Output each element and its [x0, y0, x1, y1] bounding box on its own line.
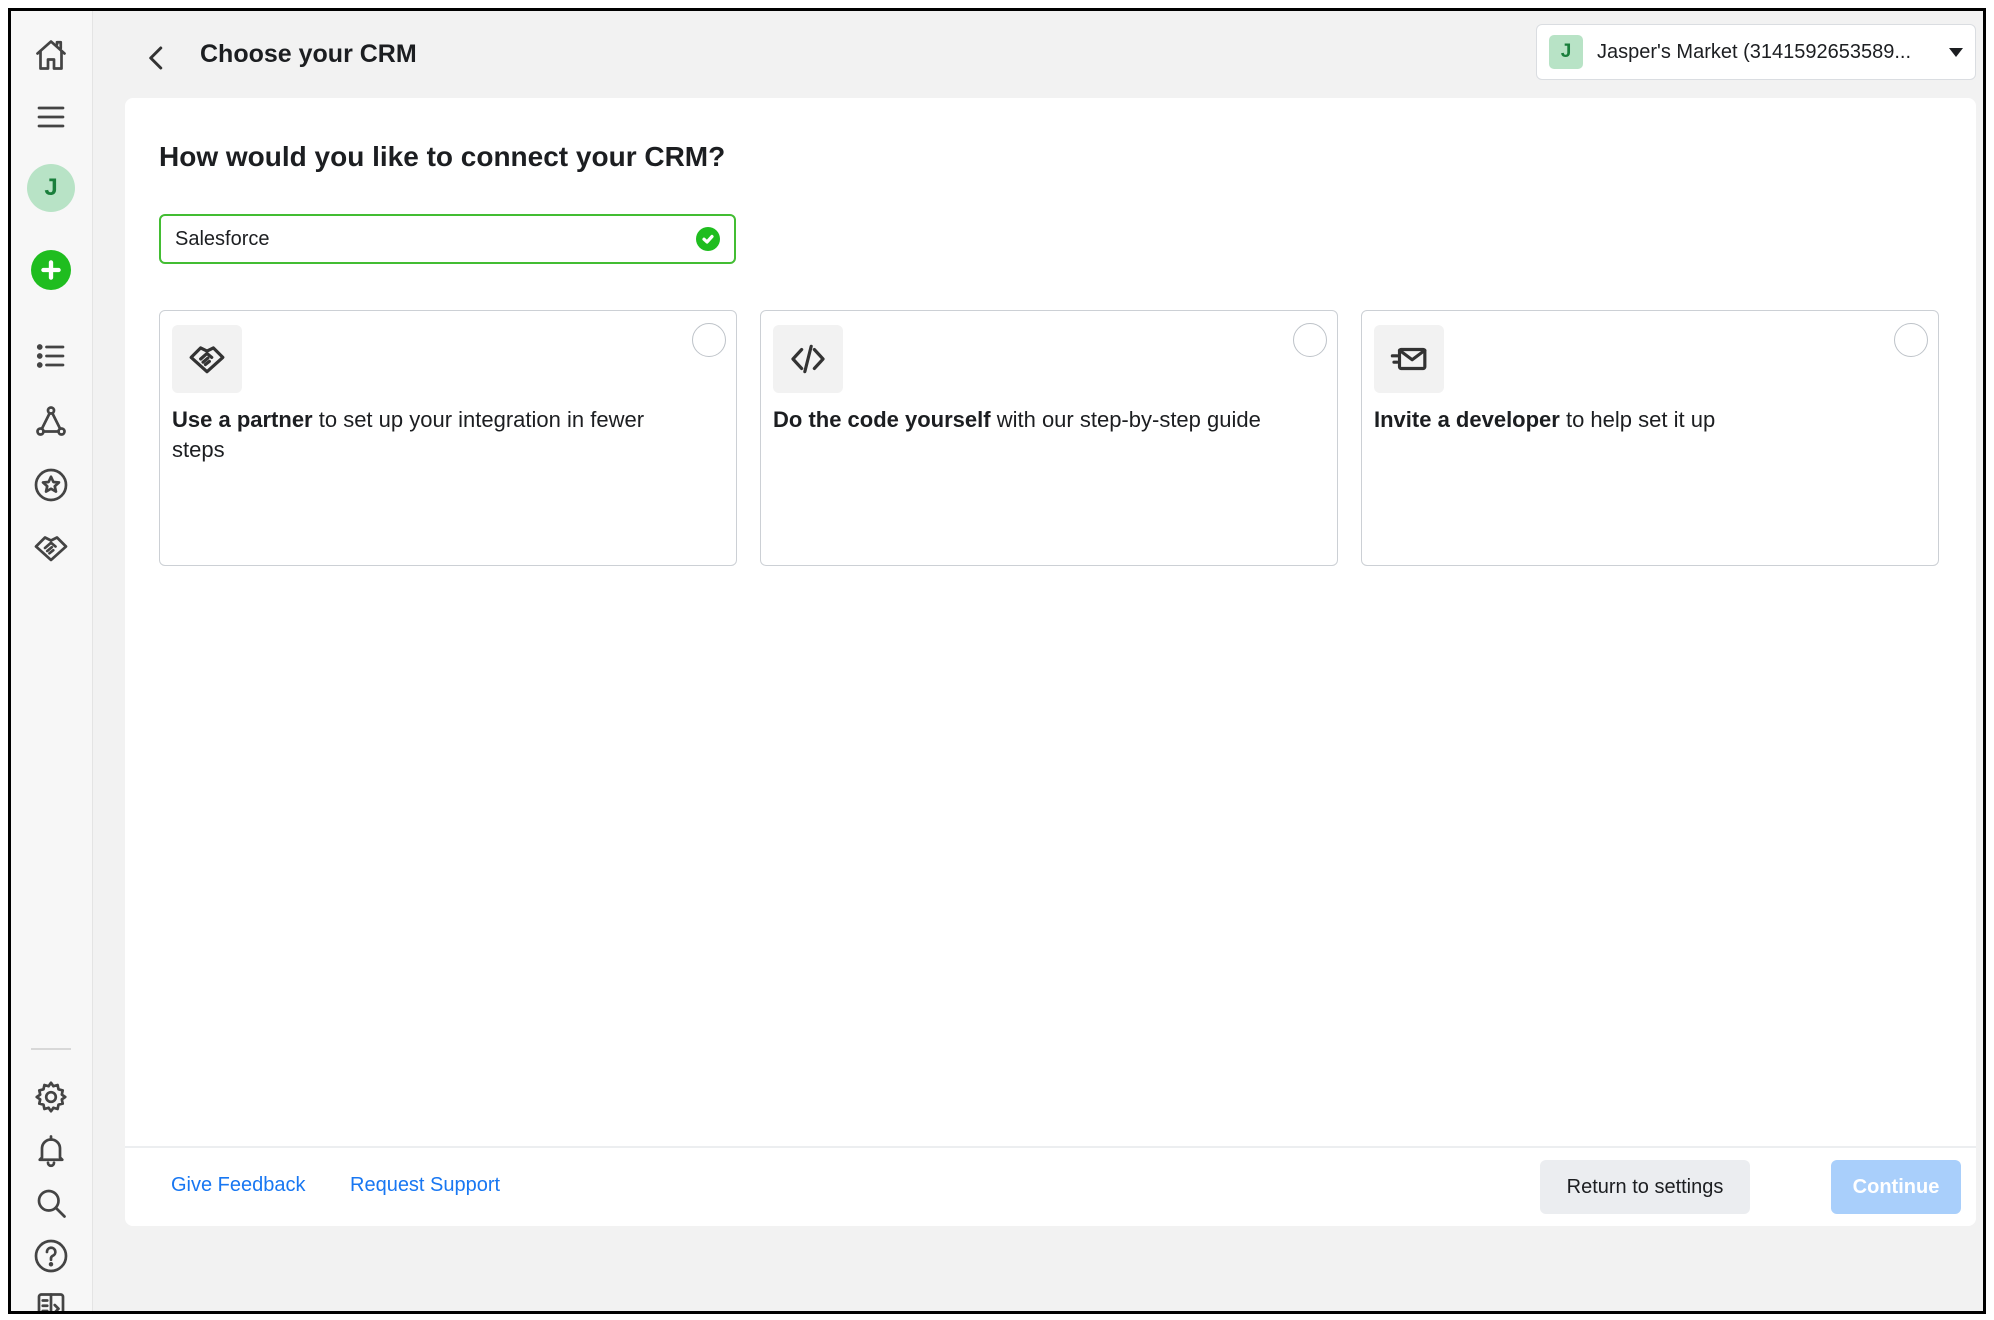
list-icon[interactable] — [26, 331, 76, 381]
handshake-icon — [172, 325, 242, 393]
option-radio[interactable] — [692, 323, 726, 357]
app-window: J Choose your CRM J Jasper's Market (314… — [8, 8, 1986, 1314]
sidebar: J — [11, 11, 93, 1311]
option-description: Do the code yourself with our step-by-st… — [773, 407, 1261, 432]
crm-select[interactable]: Salesforce — [159, 214, 736, 264]
account-name: Jasper's Market (3141592653589... — [1597, 40, 1912, 63]
request-support-link[interactable]: Request Support — [350, 1174, 500, 1197]
send-mail-icon — [1374, 325, 1444, 393]
caret-down-icon — [1949, 47, 1963, 57]
bell-icon[interactable] — [26, 1125, 76, 1175]
option-use-partner[interactable]: Use a partner to set up your integration… — [159, 310, 737, 566]
give-feedback-link[interactable]: Give Feedback — [171, 1174, 306, 1197]
account-avatar: J — [1549, 35, 1583, 69]
check-circle-icon — [696, 227, 720, 251]
option-invite-developer[interactable]: Invite a developer to help set it up — [1361, 310, 1939, 566]
search-icon[interactable] — [26, 1178, 76, 1228]
gear-icon[interactable] — [26, 1072, 76, 1122]
star-icon[interactable] — [26, 460, 76, 510]
page-title: Choose your CRM — [200, 40, 417, 68]
option-description: Use a partner to set up your integration… — [172, 407, 645, 462]
menu-icon[interactable] — [26, 92, 76, 142]
option-radio[interactable] — [1894, 323, 1928, 357]
return-to-settings-button[interactable]: Return to settings — [1540, 1160, 1750, 1214]
sidebar-divider — [31, 1048, 71, 1050]
panel-toggle-icon[interactable] — [26, 1283, 76, 1311]
account-selector[interactable]: J Jasper's Market (3141592653589... — [1536, 24, 1976, 80]
option-description: Invite a developer to help set it up — [1374, 407, 1716, 432]
add-button[interactable] — [31, 250, 71, 290]
home-icon[interactable] — [26, 30, 76, 80]
continue-button[interactable]: Continue — [1831, 1160, 1961, 1214]
crm-select-value: Salesforce — [175, 227, 270, 250]
code-icon — [773, 325, 843, 393]
network-icon[interactable] — [26, 396, 76, 446]
main-card: How would you like to connect your CRM? … — [125, 98, 1976, 1226]
connect-question: How would you like to connect your CRM? — [159, 141, 726, 172]
avatar[interactable]: J — [27, 164, 75, 212]
help-icon[interactable] — [26, 1231, 76, 1281]
back-button[interactable] — [135, 33, 179, 83]
handshake-icon[interactable] — [26, 523, 76, 573]
chevron-left-icon — [149, 46, 163, 70]
option-radio[interactable] — [1293, 323, 1327, 357]
option-code-yourself[interactable]: Do the code yourself with our step-by-st… — [760, 310, 1338, 566]
footer: Give Feedback Request Support Return to … — [125, 1146, 1976, 1226]
